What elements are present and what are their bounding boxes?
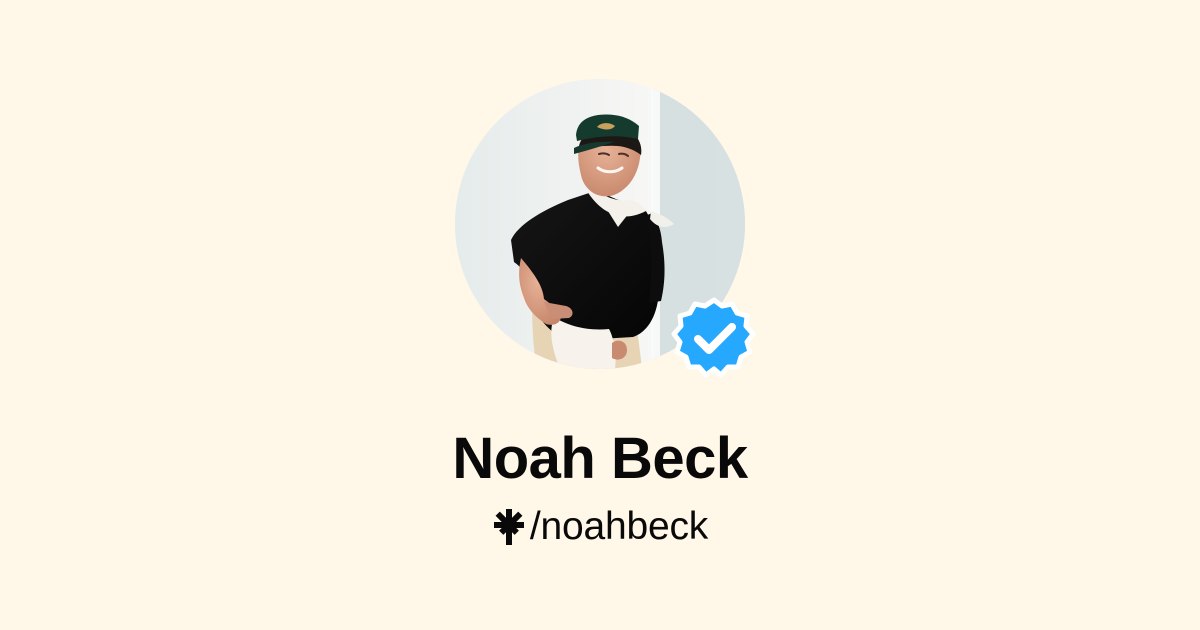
profile-avatar-container	[455, 79, 756, 378]
linktree-profile-card: Noah Beck /noahbeck	[0, 0, 1200, 630]
linktree-asterisk-icon	[493, 509, 524, 545]
verified-badge-icon	[671, 297, 756, 378]
profile-name: Noah Beck	[452, 426, 748, 491]
profile-handle-link[interactable]: /noahbeck	[0, 500, 1200, 554]
profile-handle[interactable]: /noahbeck	[530, 500, 708, 554]
